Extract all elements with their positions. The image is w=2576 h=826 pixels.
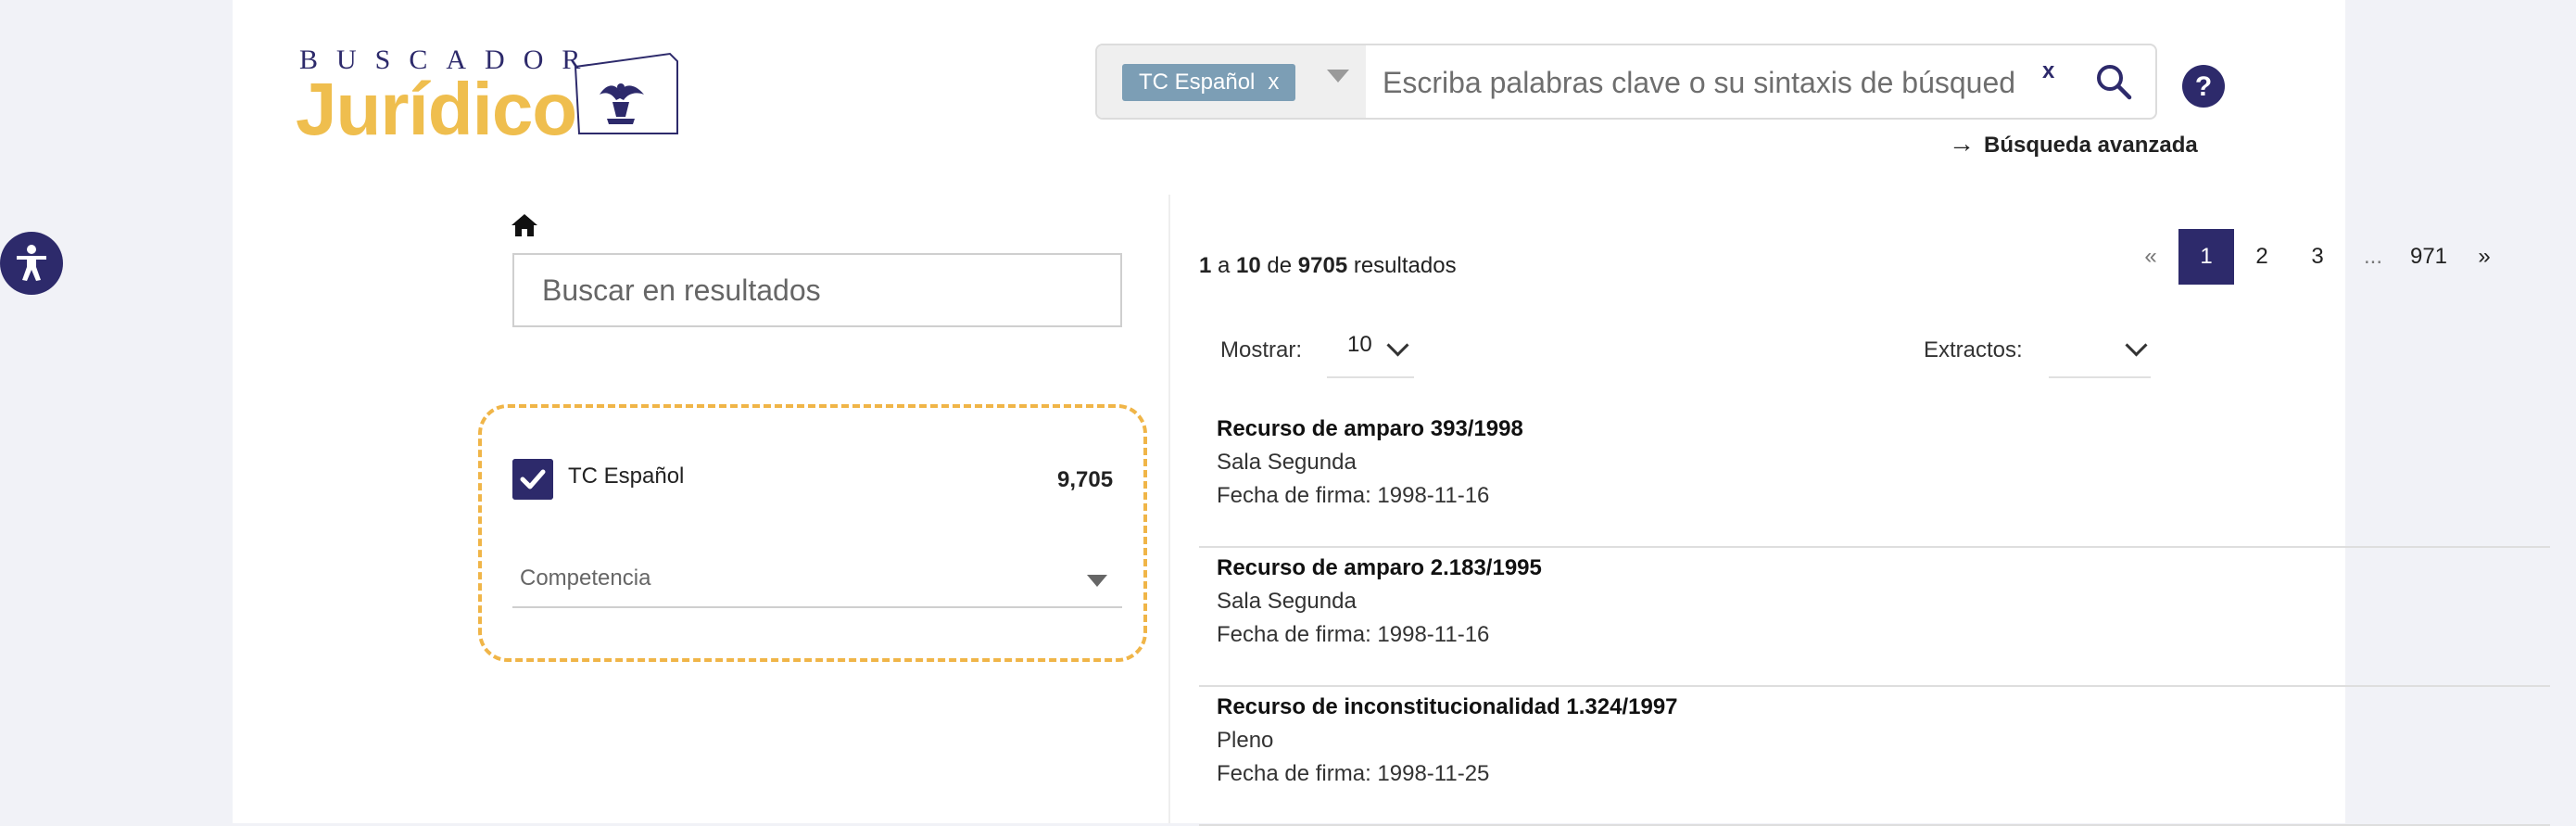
result-item[interactable]: Recurso de inconstitucionalidad 1.324/19…	[1199, 687, 2550, 826]
filter-highlight-box	[478, 404, 1147, 662]
page-ellipsis: ...	[2363, 244, 2382, 269]
page-button-2[interactable]: 2	[2234, 229, 2290, 285]
result-date: Fecha de firma: 1998-11-16	[1217, 483, 1490, 508]
mostrar-label: Mostrar:	[1220, 337, 1303, 362]
page-prev-button[interactable]: «	[2123, 229, 2178, 285]
extractos-label: Extractos:	[1924, 337, 2023, 362]
chevron-down-icon	[1386, 334, 1409, 357]
page-button-last[interactable]: 971	[2401, 229, 2456, 285]
accessibility-icon[interactable]	[0, 232, 63, 295]
clear-search-button[interactable]: x	[2042, 58, 2054, 84]
filter-tag-remove-button[interactable]: x	[1268, 70, 1279, 95]
facet-count: 9,705	[1057, 467, 1114, 492]
page-next-button[interactable]: »	[2456, 229, 2512, 285]
page-container: BUSCADOR Jurídico TC Españolx x ? →Búsqu…	[233, 0, 2550, 826]
pagination: « 1 2 3 ... 971 »	[2123, 229, 2512, 285]
result-title[interactable]: Recurso de inconstitucionalidad 1.324/19…	[1217, 694, 1678, 720]
filter-tag[interactable]: TC Español x	[1122, 64, 1296, 101]
column-divider	[1168, 195, 1170, 823]
chevron-down-icon[interactable]	[1327, 70, 1349, 83]
result-date: Fecha de firma: 1998-11-16	[1217, 622, 1490, 647]
arrow-right-icon: →	[1949, 129, 1975, 158]
facet-label[interactable]: TC Español	[568, 464, 684, 489]
result-item[interactable]: Recurso de amparo 2.183/1995 Sala Segund…	[1199, 548, 2550, 687]
search-bar: TC Español x x	[1095, 44, 2157, 120]
page-button-3[interactable]: 3	[2290, 229, 2345, 285]
result-sala: Sala Segunda	[1217, 589, 1357, 614]
result-sala: Pleno	[1217, 728, 1274, 753]
result-sala: Sala Segunda	[1217, 450, 1357, 475]
filter-tag-label: TC Español	[1139, 70, 1256, 95]
advanced-search-link[interactable]: → Búsqueda avanzada	[1949, 129, 2198, 159]
search-filter-selector[interactable]: TC Español x	[1097, 45, 1366, 118]
search-icon[interactable]	[2095, 63, 2132, 100]
results-search-input[interactable]	[512, 253, 1122, 327]
result-date: Fecha de firma: 1998-11-25	[1217, 761, 1490, 786]
facet-checkbox[interactable]	[512, 459, 553, 500]
chevron-down-icon	[2125, 334, 2148, 357]
home-icon[interactable]	[511, 213, 538, 237]
advanced-search-label: Búsqueda avanzada	[1984, 133, 2198, 158]
mostrar-select[interactable]: 10	[1327, 321, 1414, 378]
competencia-select[interactable]: Competencia	[512, 558, 1122, 608]
result-title[interactable]: Recurso de amparo 393/1998	[1217, 416, 1523, 442]
extractos-select[interactable]	[2049, 321, 2151, 378]
chevron-down-icon	[1087, 575, 1107, 587]
result-title[interactable]: Recurso de amparo 2.183/1995	[1217, 555, 1542, 581]
logo-main-text: Jurídico	[296, 68, 577, 150]
search-input[interactable]	[1381, 53, 2089, 112]
result-item[interactable]: Recurso de amparo 393/1998 Sala Segunda …	[1199, 409, 2550, 548]
results-count: 1 a 10 de 9705 resultados	[1199, 253, 1457, 278]
help-icon[interactable]: ?	[2182, 65, 2225, 108]
competencia-label: Competencia	[520, 565, 651, 591]
emblem-icon	[574, 52, 678, 134]
mostrar-value: 10	[1347, 332, 1372, 357]
svg-text:?: ?	[2195, 71, 2212, 102]
page-button-1[interactable]: 1	[2178, 229, 2234, 285]
